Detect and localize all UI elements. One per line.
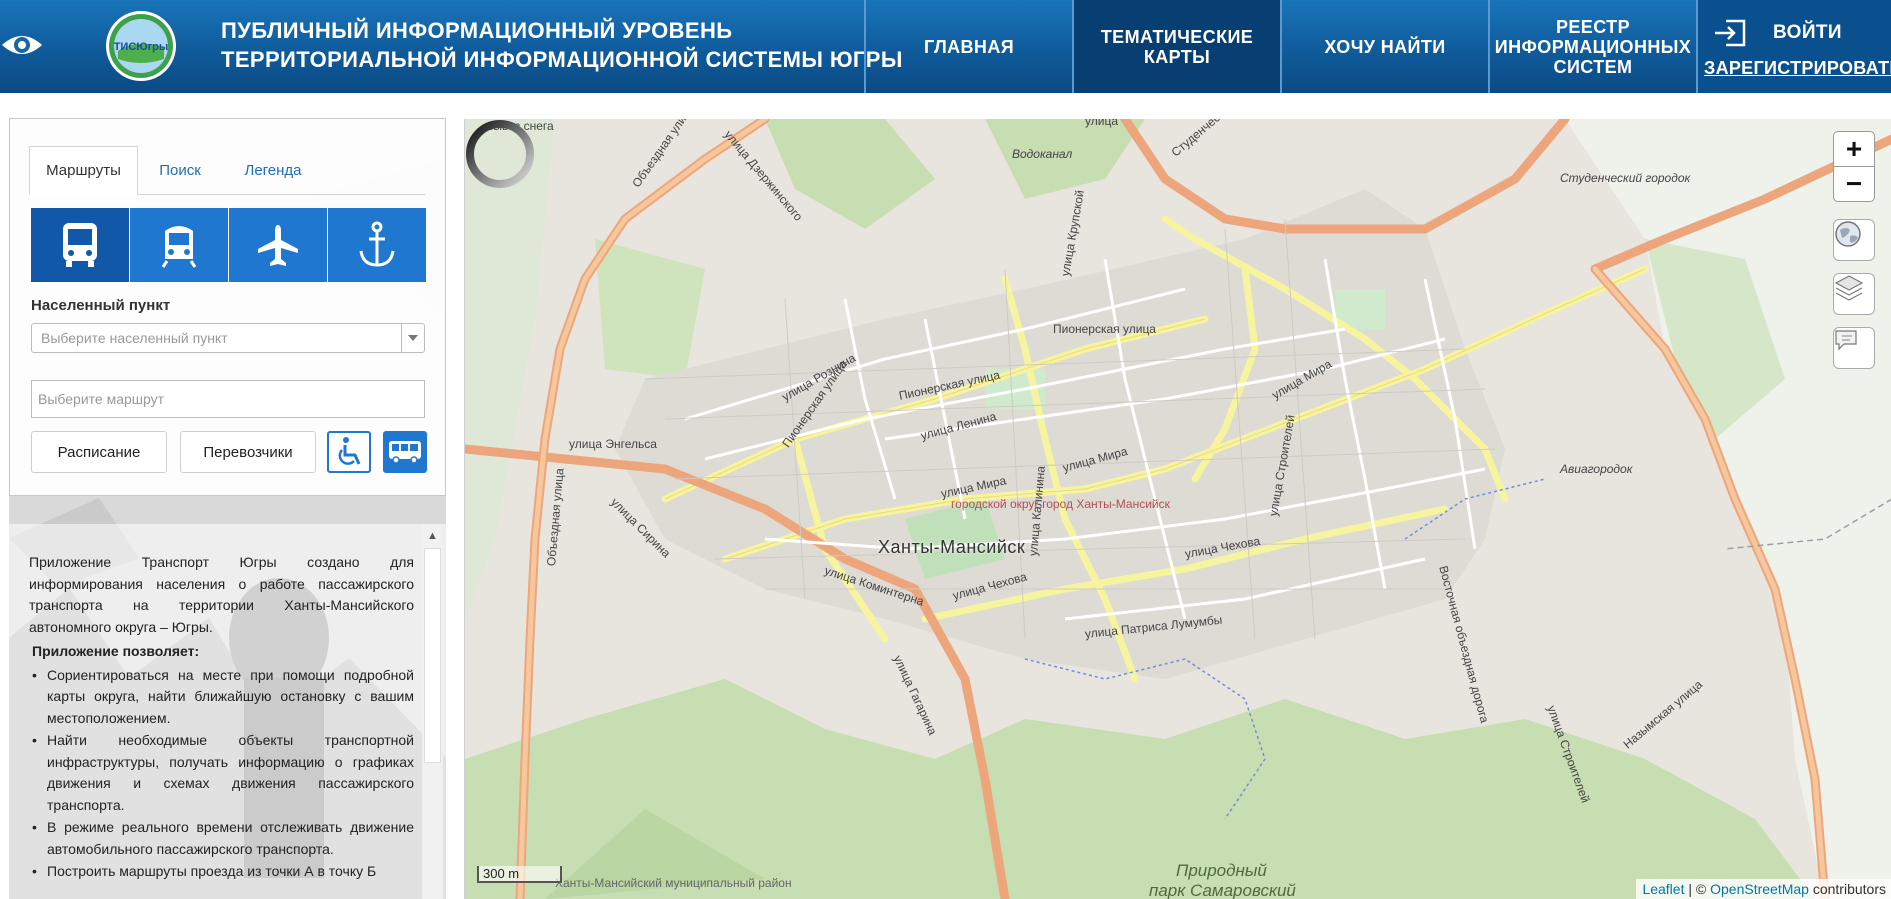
- map-label-aviagorodok: Авиагородок: [1560, 462, 1633, 476]
- login-icon[interactable]: [1712, 18, 1748, 48]
- list-item: Найти необходимые объекты транспортной и…: [32, 730, 414, 816]
- nav-registry-line1: РЕЕСТР: [1556, 16, 1630, 37]
- comments-icon[interactable]: [1833, 327, 1875, 369]
- schedule-button[interactable]: Расписание: [31, 431, 167, 473]
- logo[interactable]: ТИСЮгры: [104, 9, 178, 83]
- settlement-label: Населенный пункт: [31, 297, 171, 314]
- vehicles-view-button[interactable]: [383, 431, 427, 473]
- login-area: ВОЙТИ ЗАРЕГИСТРИРОВАТЬСЯ: [1696, 0, 1891, 93]
- settlement-placeholder: Выберите населенный пункт: [41, 330, 228, 346]
- zoom-out-button[interactable]: −: [1833, 166, 1875, 202]
- chevron-down-icon[interactable]: [401, 324, 424, 352]
- nav-registry[interactable]: РЕЕСТР ИНФОРМАЦИОННЫХ СИСТЕМ: [1488, 0, 1696, 93]
- nav-thematic-maps[interactable]: ТЕМАТИЧЕСКИЕ КАРТЫ: [1072, 0, 1280, 93]
- wheelchair-icon: [338, 437, 361, 465]
- zoom-in-button[interactable]: +: [1833, 131, 1875, 167]
- nav-want-to-find[interactable]: ХОЧУ НАЙТИ: [1280, 0, 1488, 93]
- site-title-line2: ТЕРРИТОРИАЛЬНОЙ ИНФОРМАЦИОННОЙ СИСТЕМЫ Ю…: [221, 47, 903, 72]
- app-info-panel: Приложение Транспорт Югры создано для ин…: [9, 524, 446, 899]
- globe-icon[interactable]: [1833, 219, 1875, 261]
- carriers-button[interactable]: Перевозчики: [180, 431, 316, 473]
- anchor-icon: [359, 221, 395, 267]
- eye-icon[interactable]: [0, 27, 44, 63]
- map-label-student-town: Студенческий городок: [1560, 171, 1691, 185]
- map-city-label: Ханты-Мансийск: [878, 537, 1026, 557]
- routes-control-panel: Маршруты Поиск Легенда Населенный пункт …: [9, 118, 446, 496]
- loading-spinner-icon: [466, 120, 534, 188]
- sidebar: Маршруты Поиск Легенда Населенный пункт …: [9, 118, 446, 899]
- site-header: ТИСЮгры ПУБЛИЧНЫЙ ИНФОРМАЦИОННЫЙ УРОВЕНЬ…: [0, 0, 1891, 93]
- scroll-thumb[interactable]: [424, 548, 441, 763]
- nav-main[interactable]: ГЛАВНАЯ: [864, 0, 1072, 93]
- attribution-tail: contributors: [1808, 881, 1886, 897]
- nav-registry-line2: ИНФОРМАЦИОННЫХ: [1494, 36, 1692, 57]
- tab-legend[interactable]: Легенда: [222, 146, 324, 194]
- attribution-separator: | ©: [1684, 881, 1711, 897]
- map-label-park-line1: Природный: [1176, 861, 1267, 880]
- map-label-street-engelsa: улица Энгельса: [569, 437, 657, 451]
- layers-icon[interactable]: [1833, 273, 1875, 315]
- register-link[interactable]: ЗАРЕГИСТРИРОВАТЬСЯ: [1704, 58, 1891, 79]
- app-features-list: Сориентироваться на месте при помощи под…: [29, 665, 414, 883]
- logo-text: ТИСЮгры: [114, 41, 169, 53]
- login-button[interactable]: ВОЙТИ: [1773, 22, 1842, 44]
- site-title-line1: ПУБЛИЧНЫЙ ИНФОРМАЦИОННЫЙ УРОВЕНЬ: [221, 18, 733, 43]
- app-allows-title: Приложение позволяет:: [32, 643, 200, 659]
- nav-registry-line3: СИСТЕМ: [1553, 56, 1633, 77]
- train-icon: [161, 226, 197, 268]
- accessible-transport-button[interactable]: [327, 431, 371, 473]
- app-info-text: Приложение Транспорт Югры создано для ин…: [29, 552, 414, 884]
- mode-bus-button[interactable]: [31, 208, 129, 282]
- map-attribution: Leaflet | © OpenStreetMap contributors: [1636, 879, 1891, 899]
- mode-plane-button[interactable]: [229, 208, 327, 282]
- settlement-select[interactable]: Выберите населенный пункт: [31, 323, 425, 353]
- site-title: ПУБЛИЧНЫЙ ИНФОРМАЦИОННЫЙ УРОВЕНЬ ТЕРРИТО…: [221, 16, 903, 74]
- bus-icon: [63, 223, 97, 267]
- map-view[interactable]: вывоз снега Водоканал Студенческий город…: [464, 119, 1891, 899]
- tab-search[interactable]: Поиск: [138, 146, 222, 194]
- sidebar-tabs: Маршруты Поиск Легенда: [29, 146, 425, 195]
- map-scale: 300 m: [477, 866, 562, 883]
- tab-routes[interactable]: Маршруты: [29, 146, 138, 195]
- app-intro: Приложение Транспорт Югры создано для ин…: [29, 554, 414, 635]
- route-input[interactable]: Выберите маршрут: [31, 380, 425, 418]
- list-item: Сориентироваться на месте при помощи под…: [32, 665, 414, 730]
- list-item: Построить маршруты проезда из точки А в …: [32, 861, 414, 883]
- mode-ship-button[interactable]: [328, 208, 426, 282]
- info-scrollbar[interactable]: ▲: [422, 524, 443, 899]
- leaflet-link[interactable]: Leaflet: [1642, 881, 1684, 897]
- transport-mode-selector: [31, 208, 426, 282]
- map-label-municipal: Ханты-Мансийский муниципальный район: [555, 876, 792, 890]
- scroll-up-icon[interactable]: ▲: [422, 524, 443, 547]
- map-label-street-pionerskaya: Пионерская улица: [1053, 322, 1156, 336]
- map-tiles: [465, 119, 1891, 899]
- map-label-park-line2: парк Самаровский: [1149, 881, 1296, 899]
- map-label-vodokanal: Водоканал: [1012, 147, 1073, 161]
- osm-link[interactable]: OpenStreetMap: [1710, 881, 1809, 897]
- list-item: В режиме реального времени отслеживать д…: [32, 817, 414, 860]
- plane-icon: [258, 225, 298, 266]
- mode-train-button[interactable]: [130, 208, 228, 282]
- map-district-label: городской округ город Ханты-Мансийск: [951, 497, 1170, 511]
- map-label-street: улица: [1085, 119, 1118, 128]
- bus-side-icon: [389, 441, 421, 464]
